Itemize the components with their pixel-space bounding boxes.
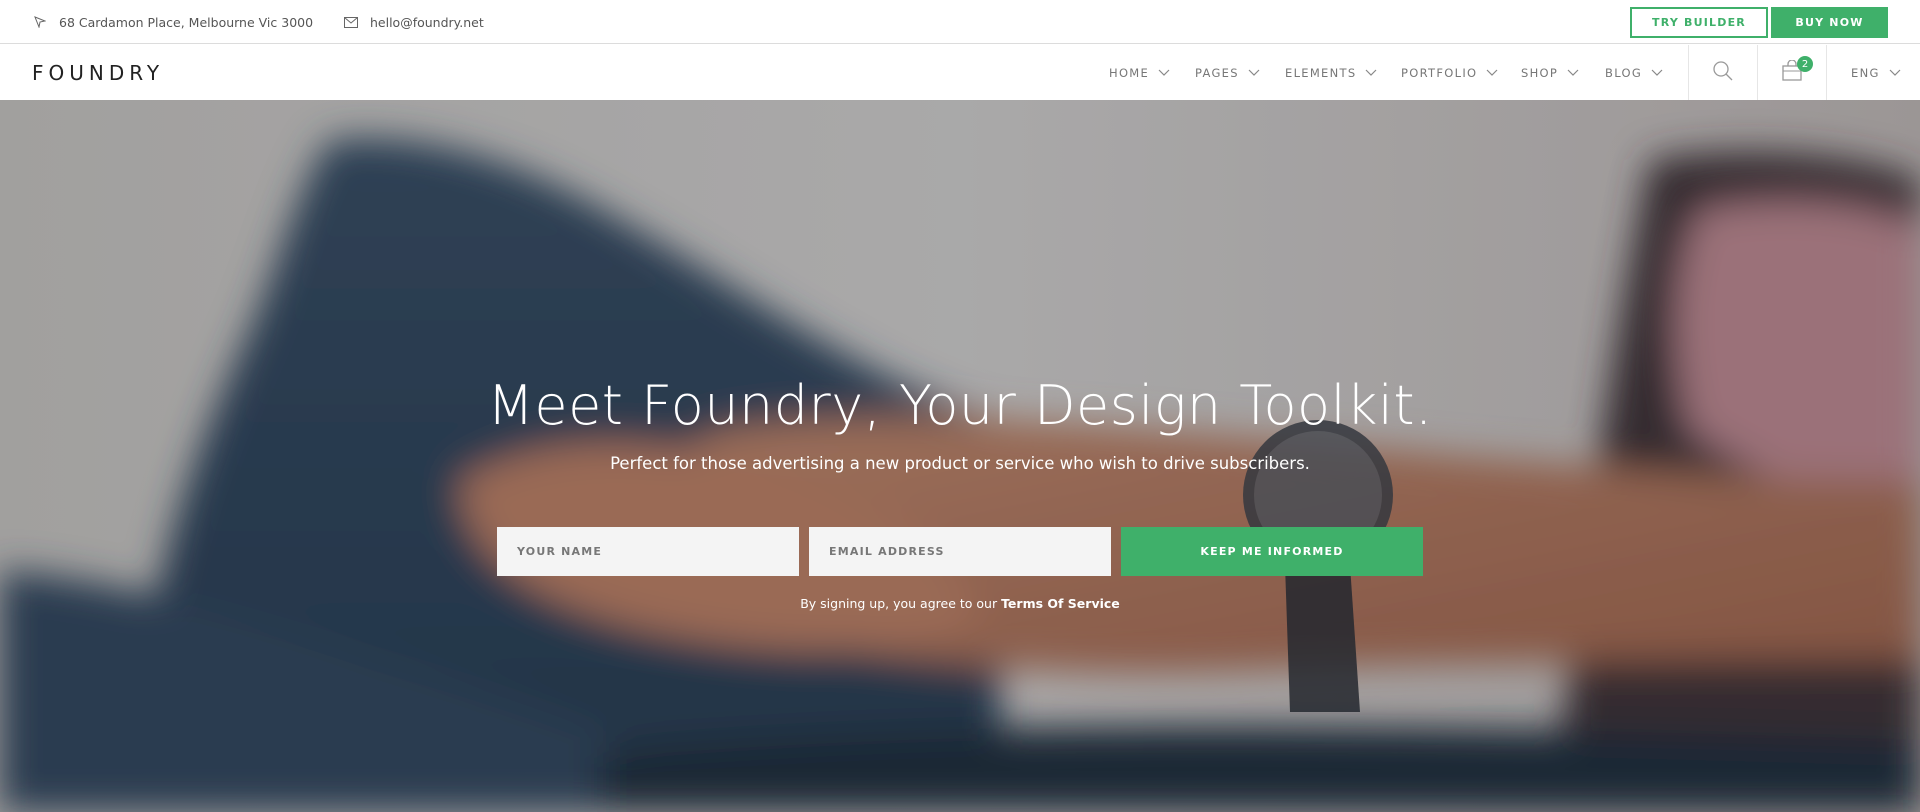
site-logo[interactable]: FOUNDRY (32, 45, 164, 100)
nav-item-label: BLOG (1605, 65, 1643, 80)
nav-item-label: ELEMENTS (1285, 65, 1357, 80)
address-info: 68 Cardamon Place, Melbourne Vic 3000 (33, 0, 313, 44)
chevron-down-icon (1567, 67, 1579, 79)
chevron-down-icon (1651, 67, 1663, 79)
nav-item-label: HOME (1109, 65, 1150, 80)
nav-item-label: PORTFOLIO (1401, 65, 1478, 80)
email-text[interactable]: hello@foundry.net (370, 15, 484, 30)
name-input-placeholder: YOUR NAME (517, 545, 603, 558)
nav-item-pages[interactable]: PAGES (1195, 45, 1260, 100)
email-input-placeholder: EMAIL ADDRESS (829, 545, 945, 558)
hero-subtitle: Perfect for those advertising a new prod… (610, 454, 1310, 473)
chevron-down-icon (1365, 67, 1377, 79)
nav-item-label: SHOP (1521, 65, 1559, 80)
nav-item-blog[interactable]: BLOG (1605, 45, 1663, 100)
cart-count-badge: 2 (1797, 56, 1813, 72)
chevron-down-icon (1158, 67, 1170, 79)
hero-title: Meet Foundry, Your Design Toolkit. (487, 374, 1433, 437)
language-selector[interactable]: ENG (1851, 45, 1901, 100)
email-info[interactable]: hello@foundry.net (344, 0, 484, 44)
terms-prefix: By signing up, you agree to our (800, 596, 1002, 611)
chevron-down-icon (1486, 67, 1498, 79)
envelope-icon (344, 15, 358, 29)
chevron-down-icon (1248, 67, 1260, 79)
nav-item-home[interactable]: HOME (1109, 45, 1170, 100)
language-label: ENG (1851, 65, 1880, 80)
map-pointer-icon (33, 15, 47, 29)
top-utility-bar: 68 Cardamon Place, Melbourne Vic 3000 he… (0, 0, 1920, 44)
keep-me-informed-button[interactable]: KEEP ME INFORMED (1121, 527, 1423, 576)
chevron-down-icon (1889, 69, 1901, 76)
main-navbar: FOUNDRY HOME PAGES ELEMENTS PORTFOLIO SH… (0, 45, 1920, 100)
search-button[interactable] (1689, 45, 1757, 100)
hero-section: Meet Foundry, Your Design Toolkit. Perfe… (0, 100, 1920, 812)
buy-now-button[interactable]: BUY NOW (1771, 7, 1888, 38)
search-icon (1712, 60, 1734, 86)
email-input[interactable]: EMAIL ADDRESS (809, 527, 1111, 576)
terms-of-service-link[interactable]: Terms Of Service (1001, 596, 1120, 611)
nav-item-shop[interactable]: SHOP (1521, 45, 1579, 100)
nav-item-portfolio[interactable]: PORTFOLIO (1401, 45, 1498, 100)
name-input[interactable]: YOUR NAME (497, 527, 799, 576)
nav-divider (1826, 45, 1827, 100)
terms-notice: By signing up, you agree to our Terms Of… (0, 596, 1920, 611)
address-text: 68 Cardamon Place, Melbourne Vic 3000 (59, 14, 314, 30)
cart-button[interactable] (1758, 45, 1826, 100)
try-builder-button[interactable]: TRY BUILDER (1630, 7, 1768, 38)
nav-item-label: PAGES (1195, 65, 1239, 80)
nav-item-elements[interactable]: ELEMENTS (1285, 45, 1377, 100)
